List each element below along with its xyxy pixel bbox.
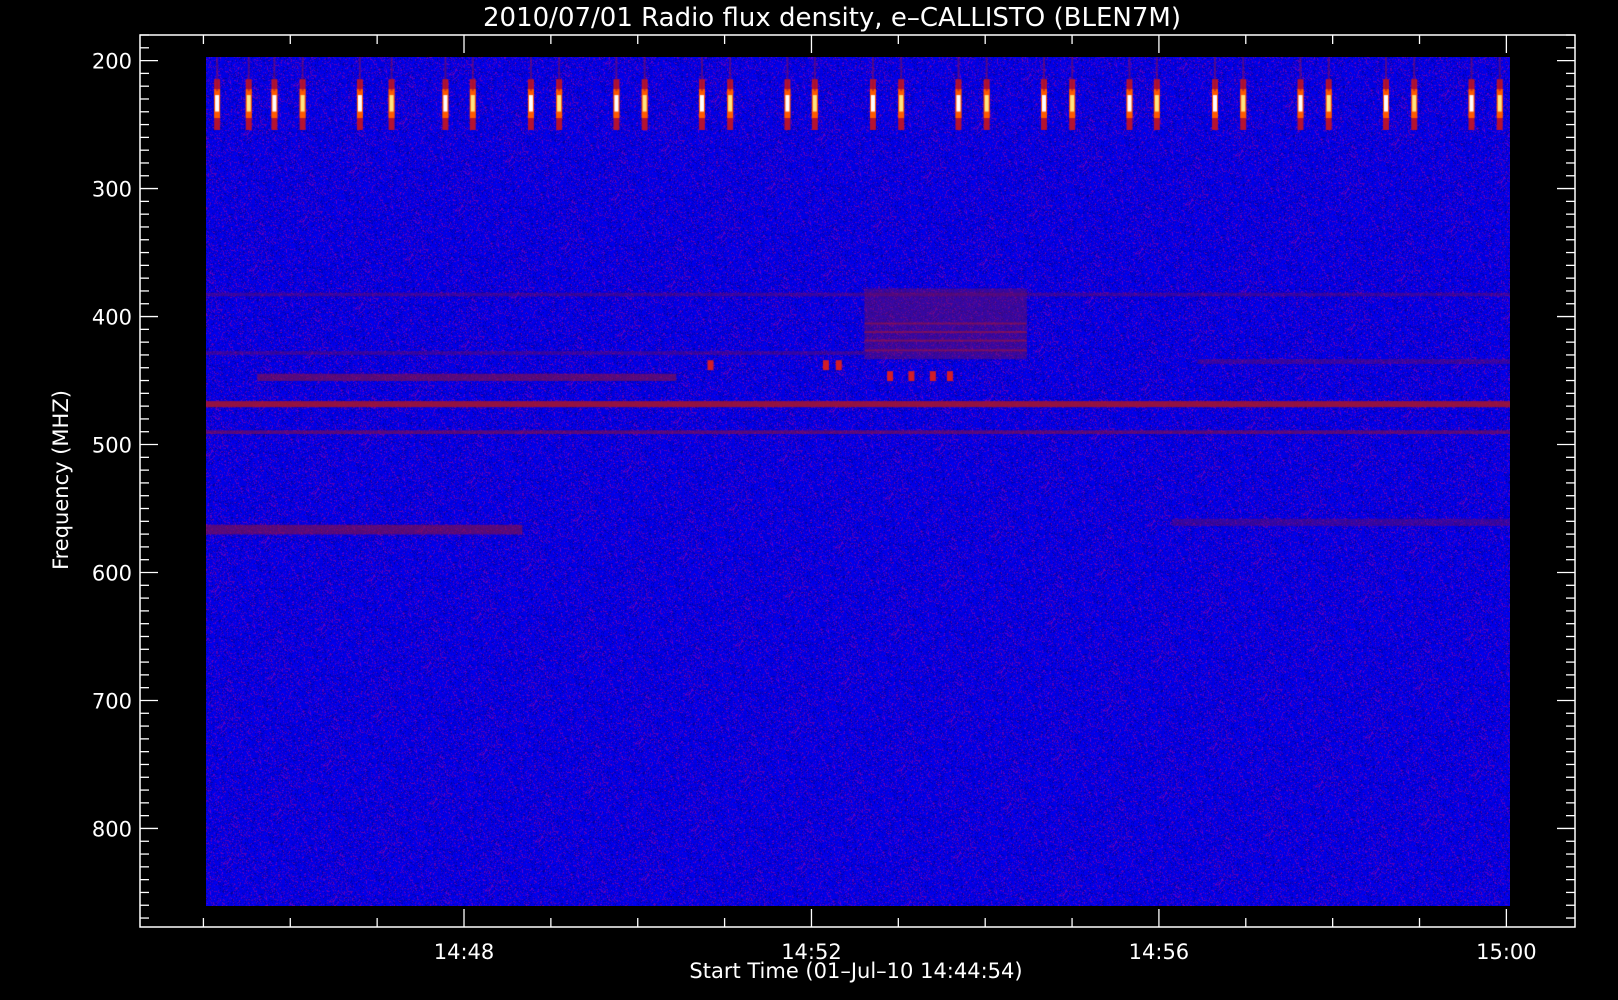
- x-tick-label: 14:48: [434, 940, 495, 964]
- y-tick-label: 500: [92, 434, 132, 458]
- spectrogram-plot-area: [206, 57, 1510, 906]
- y-tick-label: 300: [92, 178, 132, 202]
- x-tick-label: 15:00: [1476, 940, 1537, 964]
- y-tick-label: 400: [92, 306, 132, 330]
- x-axis-label: Start Time (01–Jul–10 14:44:54): [689, 959, 1022, 983]
- y-tick-label: 200: [92, 50, 132, 74]
- x-tick-label: 14:56: [1129, 940, 1190, 964]
- x-tick-label: 14:52: [781, 940, 842, 964]
- y-tick-label: 700: [92, 689, 132, 713]
- y-tick-label: 800: [92, 817, 132, 841]
- y-tick-label: 600: [92, 562, 132, 586]
- spectrogram-chart: 2010/07/01 Radio flux density, e–CALLIST…: [49, 3, 1576, 983]
- y-axis-label: Frequency (MHZ): [49, 390, 73, 570]
- chart-title: 2010/07/01 Radio flux density, e–CALLIST…: [483, 3, 1181, 33]
- spectrogram-image: [206, 57, 1510, 906]
